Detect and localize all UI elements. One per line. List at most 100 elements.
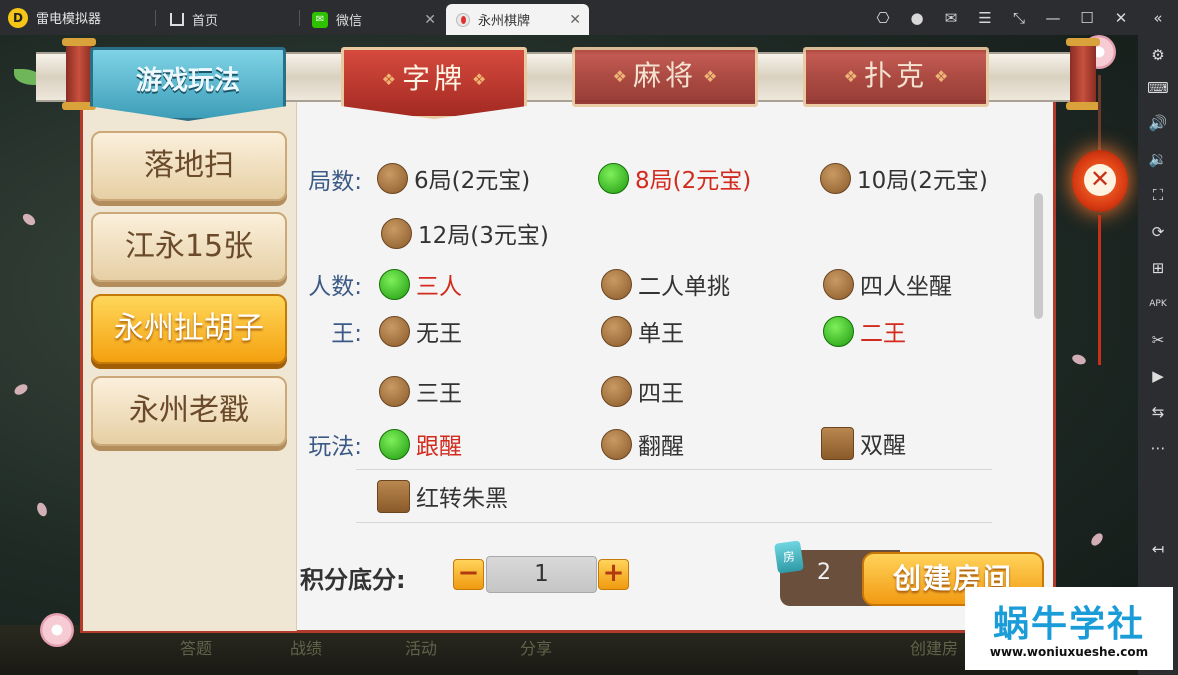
- option-label: 跟醒: [416, 434, 462, 460]
- players-option-two[interactable]: 二人单挑: [601, 267, 730, 301]
- option-label: 三人: [416, 274, 462, 300]
- rounds-option-10[interactable]: 10局(2元宝): [820, 161, 988, 195]
- players-label: 人数:: [308, 274, 362, 300]
- divider: [356, 469, 992, 470]
- king-option-three[interactable]: 三王: [379, 374, 462, 408]
- ornament-icon: ❖: [612, 67, 627, 86]
- roller-cap: [62, 38, 96, 46]
- game-screen: 答题 战绩 活动 分享 创建房 游戏玩法 ❖ 字牌 ❖ ❖ 麻将 ❖ ❖ 扑克 ❖ 落地扫 …: [0, 35, 1138, 675]
- game-button-yongzhou-chehuzi[interactable]: 永州扯胡子: [91, 294, 287, 364]
- radio-icon: [381, 217, 412, 249]
- mail-icon[interactable]: ✉: [934, 0, 968, 35]
- options-scrollbar[interactable]: [1034, 193, 1043, 319]
- menu-icon[interactable]: ☰: [968, 0, 1002, 35]
- category-tab-zipai[interactable]: ❖ 字牌 ❖: [341, 47, 527, 119]
- tab-wechat[interactable]: ✉ 微信 ✕: [302, 4, 444, 35]
- score-value-input[interactable]: 1: [486, 556, 597, 593]
- shrink-icon[interactable]: ⤡: [1002, 0, 1036, 35]
- close-button[interactable]: ✕: [1084, 164, 1116, 196]
- more-icon[interactable]: ⋯: [1138, 433, 1178, 463]
- rotate-icon[interactable]: ⟳: [1138, 217, 1178, 247]
- settings-icon[interactable]: ⚙: [1138, 40, 1178, 70]
- option-label: 双醒: [860, 433, 906, 459]
- option-label: 四人坐醒: [860, 274, 952, 300]
- lantern-tassel: [1098, 215, 1101, 365]
- option-label: 无王: [416, 321, 462, 347]
- ornament-icon: ❖: [843, 67, 858, 86]
- rounds-label: 局数:: [308, 169, 362, 195]
- radio-icon: [379, 315, 410, 347]
- add-window-icon[interactable]: ⊞: [1138, 253, 1178, 283]
- rounds-option-8[interactable]: 8局(2元宝): [598, 161, 751, 195]
- minimize-icon[interactable]: —: [1036, 0, 1070, 35]
- option-label: 二王: [860, 321, 906, 347]
- tab-game[interactable]: 永州棋牌 ✕: [446, 4, 589, 35]
- scissors-icon[interactable]: ✂: [1138, 325, 1178, 355]
- king-option-none[interactable]: 无王: [379, 314, 462, 348]
- close-icon[interactable]: ✕: [1104, 0, 1138, 35]
- ornament-icon: ❖: [381, 70, 396, 89]
- gamepad-icon[interactable]: ⎔: [866, 0, 900, 35]
- fullscreen-icon[interactable]: ⛶: [1138, 180, 1178, 210]
- category-tab-mahjong[interactable]: ❖ 麻将 ❖: [572, 47, 758, 107]
- game-button-yongzhou-laochuo[interactable]: 永州老戳: [91, 376, 287, 446]
- option-label: 12局(3元宝): [418, 223, 549, 249]
- radio-icon: [377, 162, 408, 194]
- back-icon[interactable]: ↤: [1138, 534, 1178, 564]
- background-label: 答题: [180, 639, 213, 658]
- radio-selected-icon: [379, 428, 410, 460]
- keyboard-icon[interactable]: ⌨: [1138, 73, 1178, 103]
- radio-icon: [601, 428, 632, 460]
- maximize-icon[interactable]: ☐: [1070, 0, 1104, 35]
- roller-cap: [1066, 102, 1100, 110]
- scroll-roller-right: [1066, 38, 1100, 110]
- option-label: 二人单挑: [638, 274, 730, 300]
- volume-down-icon[interactable]: 🔉: [1138, 144, 1178, 174]
- rounds-option-12[interactable]: 12局(3元宝): [381, 216, 549, 250]
- radio-icon: [379, 375, 410, 407]
- checkbox-icon: [377, 479, 410, 513]
- play-option-hongzhuanzhuhei[interactable]: 红转朱黑: [377, 479, 508, 513]
- background-label: 战绩: [290, 639, 323, 658]
- apk-icon[interactable]: APK: [1138, 289, 1178, 319]
- tab-close-icon[interactable]: ✕: [569, 12, 581, 28]
- option-label: 8局(2元宝): [635, 168, 752, 194]
- king-option-four[interactable]: 四王: [601, 374, 684, 408]
- category-label: 字牌: [401, 62, 466, 95]
- king-option-two[interactable]: 二王: [823, 314, 906, 348]
- sync-icon[interactable]: ⇆: [1138, 397, 1178, 427]
- score-minus-button[interactable]: −: [453, 559, 484, 590]
- blossom-decoration: [40, 613, 74, 647]
- game-icon: [456, 12, 470, 27]
- petal-decoration: [1089, 531, 1105, 548]
- collapse-icon[interactable]: «: [1138, 0, 1178, 35]
- tab-home[interactable]: 首页: [160, 4, 298, 35]
- players-option-four[interactable]: 四人坐醒: [823, 267, 952, 301]
- petal-decoration: [1070, 352, 1088, 367]
- petal-decoration: [12, 382, 30, 397]
- play-option-shuangxing[interactable]: 双醒: [821, 426, 906, 460]
- watermark: 蜗牛学社 www.woniuxueshe.com: [965, 587, 1173, 670]
- game-button-ludisao[interactable]: 落地扫: [91, 131, 287, 201]
- game-button-jiangyong15[interactable]: 江永15张: [91, 212, 287, 282]
- rounds-option-6[interactable]: 6局(2元宝): [377, 161, 530, 195]
- petal-decoration: [35, 501, 49, 518]
- window-controls: ⎔ ● ✉ ☰ ⤡ — ☐ ✕ «: [866, 0, 1178, 35]
- tab-close-icon[interactable]: ✕: [424, 12, 436, 28]
- king-option-one[interactable]: 单王: [601, 314, 684, 348]
- players-option-three[interactable]: 三人: [379, 267, 462, 301]
- category-tab-poker[interactable]: ❖ 扑克 ❖: [803, 47, 989, 107]
- volume-up-icon[interactable]: 🔊: [1138, 108, 1178, 138]
- option-label: 10局(2元宝): [857, 168, 988, 194]
- user-icon[interactable]: ●: [900, 0, 934, 35]
- play-option-genxing[interactable]: 跟醒: [379, 427, 462, 461]
- room-card-count: 2: [817, 560, 831, 585]
- roller-cap: [1066, 38, 1100, 46]
- video-icon[interactable]: ▶: [1138, 361, 1178, 391]
- option-label: 6局(2元宝): [414, 168, 531, 194]
- watermark-title: 蜗牛学社: [992, 604, 1145, 645]
- background-label: 创建房: [910, 639, 959, 658]
- score-plus-button[interactable]: +: [598, 559, 629, 590]
- play-option-fanxing[interactable]: 翻醒: [601, 427, 684, 461]
- petal-decoration: [20, 211, 38, 228]
